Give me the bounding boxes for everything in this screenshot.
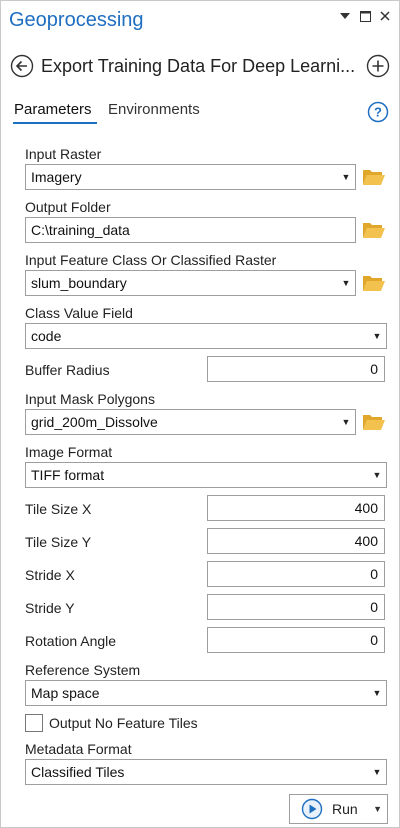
stride-x-label: Stride X bbox=[25, 567, 75, 583]
stride-y-input[interactable]: 0 bbox=[207, 594, 385, 620]
restore-icon[interactable] bbox=[359, 9, 371, 23]
output-no-feature-tiles-checkbox[interactable] bbox=[25, 714, 43, 732]
help-icon[interactable]: ? bbox=[367, 101, 389, 123]
output-folder-label: Output Folder bbox=[25, 199, 111, 215]
reference-system-dropdown[interactable]: Map space ▼ bbox=[25, 680, 387, 706]
pane-title-bar: Geoprocessing bbox=[1, 1, 399, 41]
input-feature-class-value: slum_boundary bbox=[31, 275, 127, 291]
add-circle-icon[interactable] bbox=[366, 54, 390, 78]
rotation-angle-label: Rotation Angle bbox=[25, 633, 117, 649]
output-no-feature-tiles-row: Output No Feature Tiles bbox=[25, 713, 198, 733]
class-value-field-label: Class Value Field bbox=[25, 305, 133, 321]
buffer-radius-label: Buffer Radius bbox=[25, 362, 110, 378]
input-raster-label: Input Raster bbox=[25, 146, 102, 162]
image-format-label: Image Format bbox=[25, 444, 113, 460]
window-controls bbox=[339, 9, 391, 23]
output-no-feature-tiles-label: Output No Feature Tiles bbox=[49, 715, 198, 731]
browse-folder-icon[interactable] bbox=[362, 412, 386, 432]
chevron-down-icon: ▼ bbox=[372, 331, 382, 341]
pane-title: Geoprocessing bbox=[9, 9, 144, 31]
chevron-down-icon: ▼ bbox=[372, 688, 382, 698]
rotation-angle-input[interactable]: 0 bbox=[207, 627, 385, 653]
output-folder-input[interactable]: C:\training_data bbox=[25, 217, 356, 243]
class-value-field-value: code bbox=[31, 328, 62, 344]
input-raster-dropdown[interactable]: Imagery ▼ bbox=[25, 164, 356, 190]
run-options-caret-icon[interactable]: ▼ bbox=[373, 804, 382, 814]
play-icon bbox=[301, 798, 323, 820]
stride-y-label: Stride Y bbox=[25, 600, 75, 616]
chevron-down-icon: ▼ bbox=[372, 767, 382, 777]
run-button[interactable]: Run ▼ bbox=[289, 794, 388, 824]
back-arrow-icon[interactable] bbox=[10, 54, 34, 78]
geoprocessing-pane: Geoprocessing Export Training Data For D… bbox=[0, 0, 400, 828]
tool-header: Export Training Data For Deep Learni... bbox=[1, 49, 399, 83]
input-feature-class-label: Input Feature Class Or Classified Raster bbox=[25, 252, 277, 268]
close-icon[interactable] bbox=[379, 9, 391, 23]
tab-parameters[interactable]: Parameters bbox=[14, 101, 92, 118]
metadata-format-dropdown[interactable]: Classified Tiles ▼ bbox=[25, 759, 387, 785]
input-feature-class-dropdown[interactable]: slum_boundary ▼ bbox=[25, 270, 356, 296]
input-mask-polygons-value: grid_200m_Dissolve bbox=[31, 414, 158, 430]
svg-text:?: ? bbox=[374, 105, 382, 120]
image-format-value: TIFF format bbox=[31, 467, 105, 483]
browse-folder-icon[interactable] bbox=[362, 167, 386, 187]
tile-size-x-label: Tile Size X bbox=[25, 501, 92, 517]
tile-size-x-input[interactable]: 400 bbox=[207, 495, 385, 521]
metadata-format-label: Metadata Format bbox=[25, 741, 132, 757]
tool-title: Export Training Data For Deep Learni... bbox=[41, 56, 356, 76]
browse-folder-icon[interactable] bbox=[362, 220, 386, 240]
active-tab-indicator bbox=[13, 122, 97, 124]
input-mask-polygons-dropdown[interactable]: grid_200m_Dissolve ▼ bbox=[25, 409, 356, 435]
tab-environments[interactable]: Environments bbox=[108, 101, 200, 118]
run-label: Run bbox=[332, 801, 358, 817]
input-raster-value: Imagery bbox=[31, 169, 82, 185]
buffer-radius-input[interactable]: 0 bbox=[207, 356, 385, 382]
input-mask-polygons-label: Input Mask Polygons bbox=[25, 391, 155, 407]
chevron-down-icon: ▼ bbox=[341, 278, 351, 288]
chevron-down-icon: ▼ bbox=[372, 470, 382, 480]
reference-system-label: Reference System bbox=[25, 662, 141, 678]
tab-bar: Parameters Environments ? bbox=[1, 97, 399, 125]
class-value-field-dropdown[interactable]: code ▼ bbox=[25, 323, 387, 349]
reference-system-value: Map space bbox=[31, 685, 100, 701]
caret-down-icon[interactable] bbox=[339, 9, 351, 23]
stride-x-input[interactable]: 0 bbox=[207, 561, 385, 587]
image-format-dropdown[interactable]: TIFF format ▼ bbox=[25, 462, 387, 488]
browse-folder-icon[interactable] bbox=[362, 273, 386, 293]
metadata-format-value: Classified Tiles bbox=[31, 764, 125, 780]
chevron-down-icon: ▼ bbox=[341, 417, 351, 427]
chevron-down-icon: ▼ bbox=[341, 172, 351, 182]
tile-size-y-input[interactable]: 400 bbox=[207, 528, 385, 554]
tile-size-y-label: Tile Size Y bbox=[25, 534, 92, 550]
